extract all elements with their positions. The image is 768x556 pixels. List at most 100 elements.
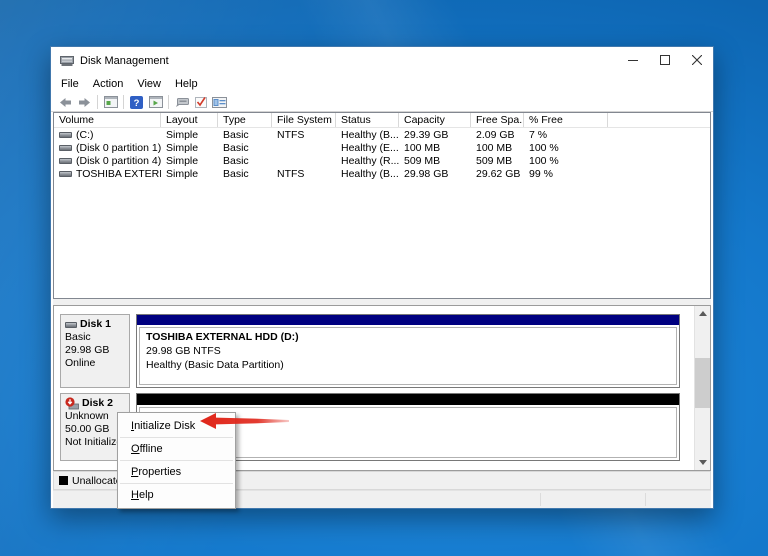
cell-type: Basic	[223, 167, 249, 180]
back-icon[interactable]	[56, 94, 75, 111]
disk1-size: 29.98 GB	[65, 344, 110, 356]
show-action-pane-icon[interactable]	[172, 94, 191, 111]
window-title: Disk Management	[80, 55, 169, 67]
volume-icon	[59, 157, 72, 164]
console-window-icon[interactable]	[146, 94, 165, 111]
toolbar-separator	[123, 95, 124, 109]
cell-layout: Simple	[166, 128, 199, 141]
cell-layout: Simple	[166, 167, 199, 180]
disk1-name: Disk 1	[80, 318, 111, 330]
cell-layout: Simple	[166, 141, 199, 154]
cell-pct-free: 100 %	[529, 154, 559, 167]
annotation-arrow	[197, 410, 293, 435]
forward-icon[interactable]	[75, 94, 94, 111]
volume-icon	[59, 144, 72, 151]
menu-item-help[interactable]: Help	[118, 484, 235, 506]
column-header-status[interactable]: Status	[336, 113, 399, 127]
cell-type: Basic	[223, 128, 249, 141]
statusbar-divider	[645, 493, 646, 506]
menu-view[interactable]: View	[130, 76, 168, 92]
cell-fs: NTFS	[277, 128, 305, 141]
cell-status: Healthy (E...	[341, 141, 399, 154]
volume-list-pane: Volume Layout Type File System Status Ca…	[53, 112, 711, 299]
cell-status: Healthy (B...	[341, 167, 399, 180]
partition-status: Healthy (Basic Data Partition)	[146, 359, 284, 371]
column-header-capacity[interactable]: Capacity	[399, 113, 471, 127]
cell-free: 100 MB	[476, 141, 513, 154]
menu-item-offline[interactable]: Offline	[118, 438, 235, 460]
table-row[interactable]: (Disk 0 partition 4) Simple Basic Health…	[54, 154, 710, 167]
toolbar-separator	[168, 95, 169, 109]
volume-list-header: Volume Layout Type File System Status Ca…	[54, 113, 710, 128]
menu-item-properties[interactable]: Properties	[118, 461, 235, 483]
close-icon	[691, 54, 703, 68]
table-row[interactable]: TOSHIBA EXTERN... Simple Basic NTFS Heal…	[54, 167, 710, 180]
desktop-wallpaper: Disk Management File Action View Help ? …	[0, 0, 768, 556]
maximize-button[interactable]	[649, 47, 681, 75]
column-header-volume[interactable]: Volume	[54, 113, 161, 127]
minimize-button[interactable]	[617, 47, 649, 75]
minimize-icon	[628, 55, 638, 68]
toolbar-separator	[97, 95, 98, 109]
volume-icon	[59, 170, 72, 177]
cell-type: Basic	[223, 154, 249, 167]
disk1-status: Online	[65, 357, 96, 369]
volume-name: (C:)	[76, 128, 94, 141]
cell-layout: Simple	[166, 154, 199, 167]
menu-action[interactable]: Action	[86, 76, 131, 92]
cell-capacity: 29.98 GB	[404, 167, 449, 180]
task-check-icon[interactable]	[191, 94, 210, 111]
column-header-file-system[interactable]: File System	[272, 113, 336, 127]
cell-pct-free: 100 %	[529, 141, 559, 154]
cell-capacity: 29.39 GB	[404, 128, 449, 141]
unallocated-swatch	[59, 476, 68, 485]
cell-capacity: 509 MB	[404, 154, 441, 167]
close-button[interactable]	[681, 47, 713, 75]
disk-error-icon	[65, 397, 79, 410]
disk1-type: Basic	[65, 331, 91, 343]
statusbar-divider	[540, 493, 541, 506]
maximize-icon	[660, 54, 670, 68]
cell-pct-free: 99 %	[529, 167, 553, 180]
disk1-row: Disk 1 Basic 29.98 GB Online TOSHIBA EXT…	[60, 314, 680, 388]
cell-free: 509 MB	[476, 154, 513, 167]
volume-name: (Disk 0 partition 1)	[76, 141, 161, 154]
column-header-free-space[interactable]: Free Spa...	[471, 113, 524, 127]
help-icon[interactable]: ?	[127, 94, 146, 111]
vertical-scrollbar[interactable]	[694, 306, 710, 470]
menu-help[interactable]: Help	[168, 76, 205, 92]
scrollbar-thumb[interactable]	[695, 358, 710, 408]
svg-text:?: ?	[134, 98, 140, 109]
toolbar: ?	[51, 93, 713, 112]
table-row[interactable]: (Disk 0 partition 1) Simple Basic Health…	[54, 141, 710, 154]
volume-icon	[59, 131, 72, 138]
primary-partition-bar	[137, 315, 679, 325]
cell-free: 29.62 GB	[476, 167, 521, 180]
table-row[interactable]: (C:) Simple Basic NTFS Healthy (B... 29.…	[54, 128, 710, 141]
cell-capacity: 100 MB	[404, 141, 441, 154]
menu-file[interactable]: File	[54, 76, 86, 92]
cell-type: Basic	[223, 141, 249, 154]
scroll-up-icon[interactable]	[695, 306, 710, 321]
cell-status: Healthy (B...	[341, 128, 399, 141]
column-header-layout[interactable]: Layout	[161, 113, 218, 127]
disk-management-app-icon	[60, 55, 74, 67]
cell-free: 2.09 GB	[476, 128, 515, 141]
disk2-name: Disk 2	[82, 397, 113, 409]
disk-icon	[65, 321, 77, 328]
cell-pct-free: 7 %	[529, 128, 548, 141]
volume-name: (Disk 0 partition 4)	[76, 154, 161, 167]
scroll-down-icon[interactable]	[695, 455, 710, 470]
column-header-type[interactable]: Type	[218, 113, 272, 127]
cell-status: Healthy (R...	[341, 154, 399, 167]
menubar: File Action View Help	[51, 75, 713, 93]
show-console-tree-icon[interactable]	[101, 94, 120, 111]
unallocated-bar	[137, 394, 679, 405]
column-header-blank	[608, 113, 710, 127]
column-header-pct-free[interactable]: % Free	[524, 113, 608, 127]
disk1-partition[interactable]: TOSHIBA EXTERNAL HDD (D:) 29.98 GB NTFS …	[136, 314, 680, 388]
volume-name: TOSHIBA EXTERN...	[76, 167, 161, 180]
properties-icon[interactable]	[210, 94, 229, 111]
disk1-label[interactable]: Disk 1 Basic 29.98 GB Online	[60, 314, 130, 388]
partition-size: 29.98 GB NTFS	[146, 345, 221, 357]
